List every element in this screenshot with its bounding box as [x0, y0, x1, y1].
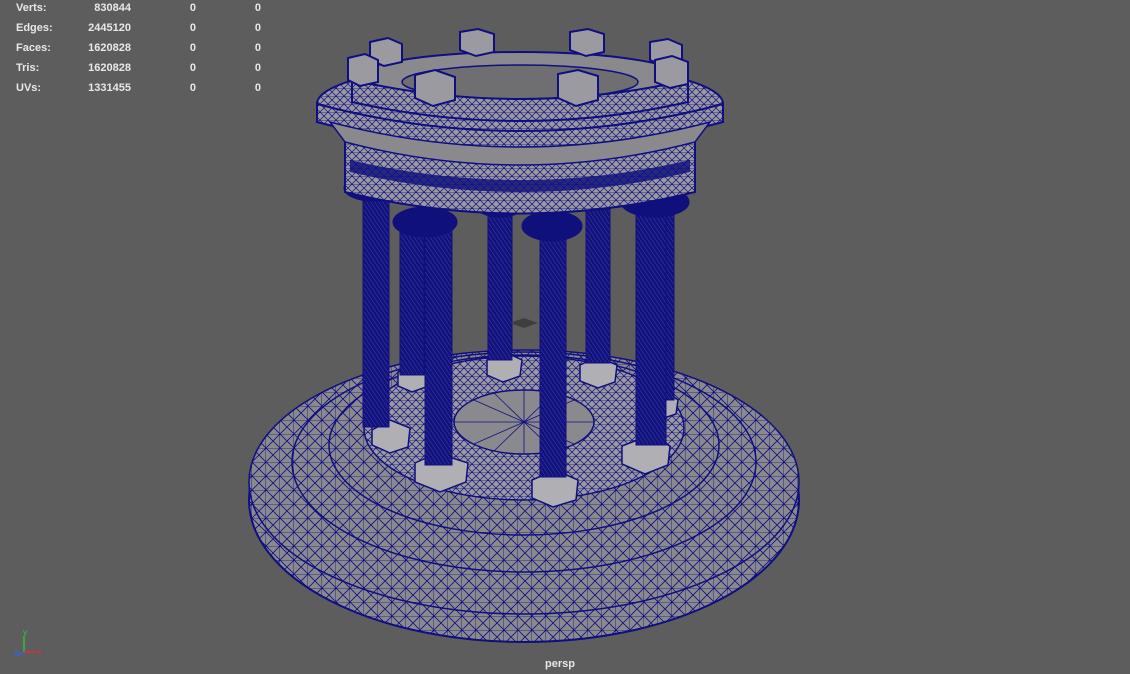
hud-value-total: 2445120	[88, 22, 131, 34]
hud-label: Faces:	[16, 42, 51, 54]
poly-count-hud: Verts: 830844 0 0 Edges: 2445120 0 0 Fac…	[0, 0, 270, 100]
hud-row-faces: Faces: 1620828 0 0	[0, 40, 270, 60]
scene-pivot-marker	[510, 318, 538, 328]
hud-value-component: 0	[254, 82, 261, 94]
hud-value-total: 1620828	[88, 62, 131, 74]
hud-value-total: 830844	[94, 2, 131, 14]
hud-value-component: 0	[254, 62, 261, 74]
hud-value-component: 0	[254, 22, 261, 34]
hud-value-selected: 0	[189, 42, 196, 54]
axis-x-label: x	[37, 647, 42, 657]
3d-viewport[interactable]: y x z	[0, 0, 1130, 674]
hud-row-edges: Edges: 2445120 0 0	[0, 20, 270, 40]
hud-row-uvs: UVs: 1331455 0 0	[0, 80, 270, 100]
base-platform	[248, 349, 800, 643]
hud-value-total: 1620828	[88, 42, 131, 54]
gazebo-model[interactable]	[248, 27, 800, 643]
hud-label: Verts:	[16, 2, 47, 14]
camera-name-label: persp	[545, 658, 575, 670]
hud-label: Edges:	[16, 22, 53, 34]
hud-value-selected: 0	[189, 62, 196, 74]
hud-row-verts: Verts: 830844 0 0	[0, 0, 270, 20]
hud-value-component: 0	[254, 2, 261, 14]
hud-label: Tris:	[16, 62, 40, 74]
hud-row-tris: Tris: 1620828 0 0	[0, 60, 270, 80]
hud-value-total: 1331455	[88, 82, 131, 94]
hud-label: UVs:	[16, 82, 42, 94]
axis-z-label: z	[14, 648, 19, 658]
hud-value-selected: 0	[189, 22, 196, 34]
hud-value-component: 0	[254, 42, 261, 54]
hud-value-selected: 0	[189, 2, 196, 14]
axis-y-label: y	[23, 627, 28, 637]
axis-gizmo: y x z	[14, 627, 42, 658]
hud-value-selected: 0	[189, 82, 196, 94]
